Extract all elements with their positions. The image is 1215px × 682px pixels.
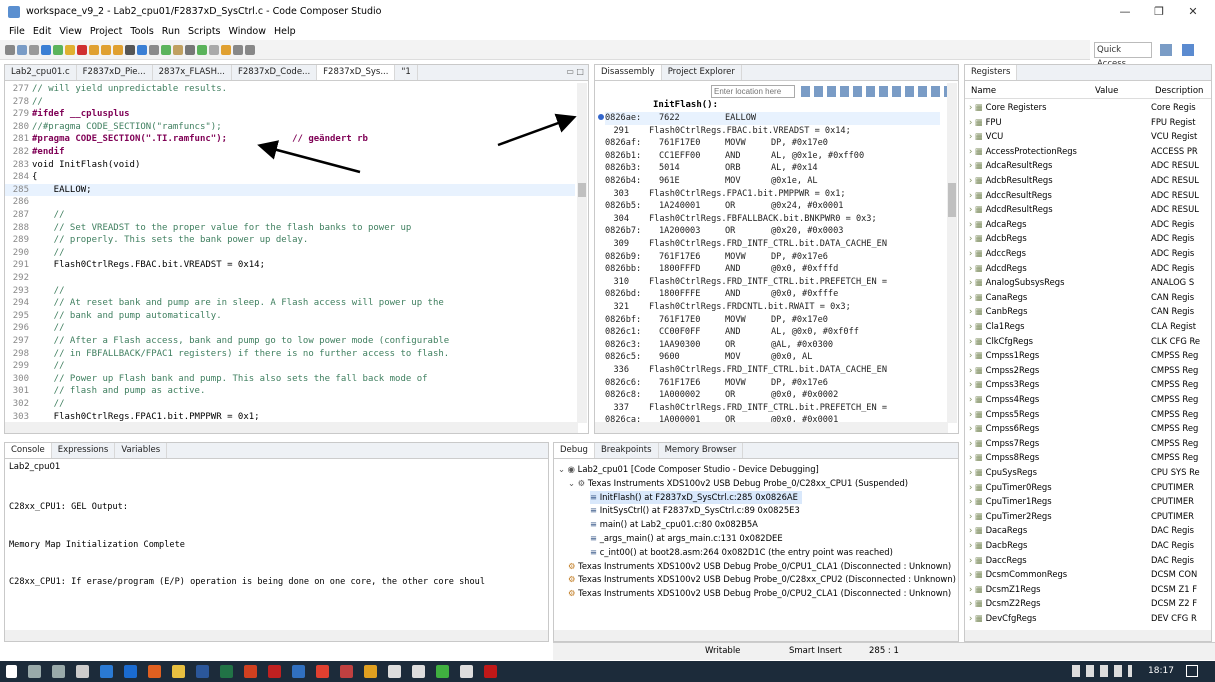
arrow-to-address [497, 113, 577, 147]
app-icon[interactable] [340, 665, 353, 678]
task-view-icon[interactable] [52, 665, 65, 678]
arrow-to-pragma [257, 140, 361, 174]
clock: 18:17 [1148, 666, 1174, 676]
firefox-icon[interactable] [148, 665, 161, 678]
store-icon[interactable] [76, 665, 89, 678]
annotation-arrows [257, 113, 577, 174]
app-icon[interactable] [436, 665, 449, 678]
app-icon[interactable] [316, 665, 329, 678]
app-icon[interactable] [460, 665, 473, 678]
explorer-icon[interactable] [172, 665, 185, 678]
edge-icon[interactable] [100, 665, 113, 678]
powerpoint-icon[interactable] [244, 665, 257, 678]
app-icon[interactable] [292, 665, 305, 678]
system-tray-icons[interactable] [1072, 665, 1132, 677]
app-icon[interactable] [388, 665, 401, 678]
windows-start-icon[interactable] [6, 665, 17, 678]
acrobat-icon[interactable] [268, 665, 281, 678]
app-icon[interactable] [364, 665, 377, 678]
search-icon[interactable] [28, 665, 41, 678]
excel-icon[interactable] [220, 665, 233, 678]
windows-taskbar: 18:17 [0, 661, 1215, 682]
notification-icon[interactable] [1186, 665, 1198, 677]
app-icon[interactable] [412, 665, 425, 678]
outlook-icon[interactable] [124, 665, 137, 678]
word-icon[interactable] [196, 665, 209, 678]
ccs-taskbar-icon[interactable] [484, 665, 497, 678]
